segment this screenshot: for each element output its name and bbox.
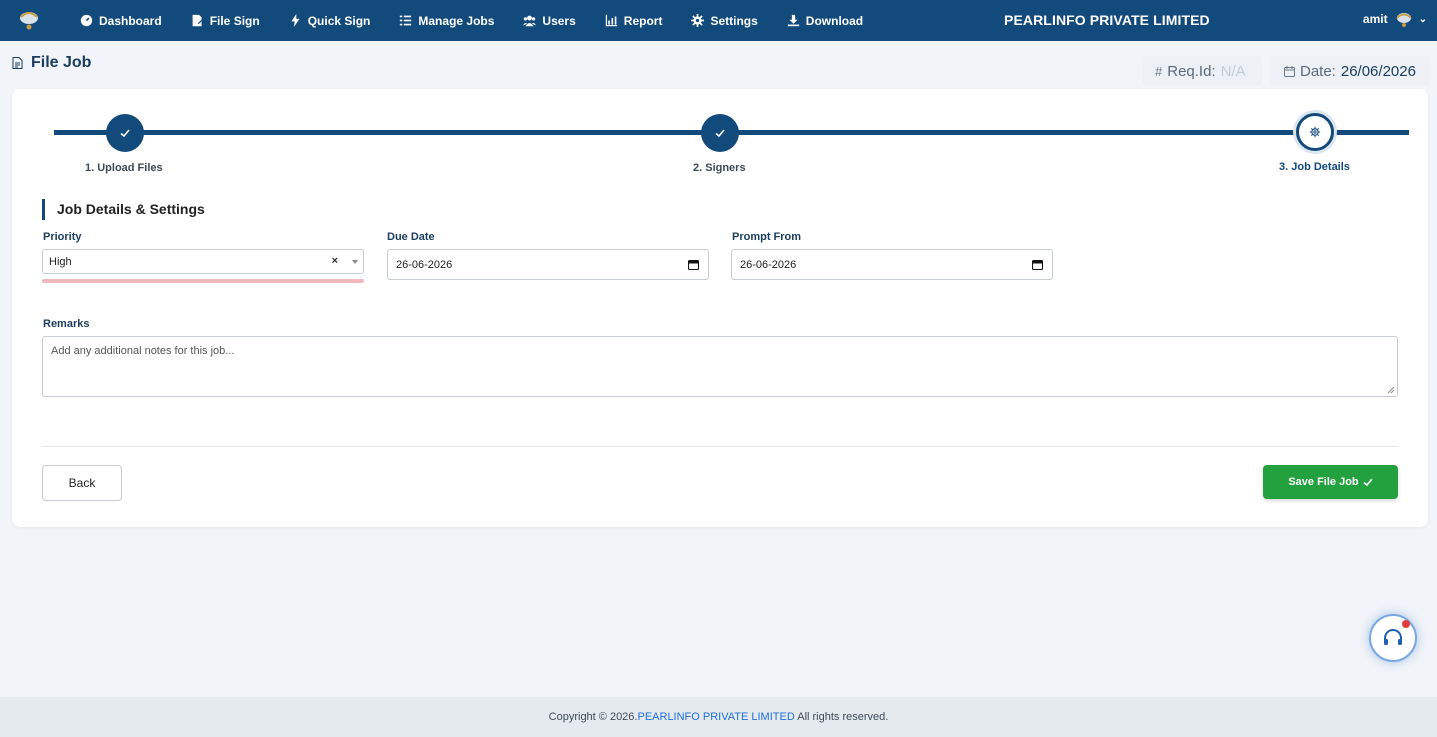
chevron-down-icon: ⌄ <box>1418 13 1427 25</box>
user-name: amit <box>1362 12 1388 26</box>
document-icon <box>12 57 23 69</box>
dropdown-arrow-icon[interactable] <box>352 260 358 264</box>
nav-download[interactable]: Download <box>787 14 863 28</box>
nav-dashboard[interactable]: Dashboard <box>80 14 162 28</box>
nav-settings[interactable]: Settings <box>691 13 758 28</box>
hash-icon: # <box>1155 63 1163 79</box>
check-icon <box>715 129 725 138</box>
chart-icon <box>605 14 617 27</box>
priority-selected-value: High <box>49 255 72 268</box>
check-icon <box>1363 478 1373 487</box>
nav-download-label: Download <box>805 13 864 28</box>
step-1-label: 1. Upload Files <box>85 162 163 174</box>
nav-settings-label: Settings <box>710 13 758 28</box>
nav-users[interactable]: Users <box>523 13 576 28</box>
remarks-placeholder: Add any additional notes for this job... <box>51 345 235 357</box>
nav-menu: Dashboard File Sign Quick Sign Manage Jo… <box>80 0 892 41</box>
company-brand: PEARLINFO PRIVATE LIMITED <box>1004 12 1210 28</box>
nav-users-label: Users <box>542 13 576 28</box>
form-divider <box>42 446 1398 447</box>
due-date-label: Due Date <box>387 231 435 243</box>
prompt-from-input[interactable]: 26-06-2026 <box>731 249 1053 280</box>
nav-quick-sign-label: Quick Sign <box>307 13 371 28</box>
top-navbar: Dashboard File Sign Quick Sign Manage Jo… <box>0 0 1437 41</box>
nav-file-sign[interactable]: File Sign <box>191 14 260 28</box>
gear-icon <box>1309 126 1321 138</box>
download-icon <box>787 14 799 27</box>
headset-icon <box>1384 629 1402 645</box>
file-sign-icon <box>192 14 204 27</box>
date-badge: Date: 26/06/2026 <box>1271 56 1429 86</box>
footer-rights: All rights reserved. <box>794 711 889 723</box>
user-menu[interactable]: amit ⌄ <box>1363 10 1427 28</box>
remarks-label: Remarks <box>43 318 90 330</box>
nav-manage-jobs-label: Manage Jobs <box>418 13 495 28</box>
check-icon <box>120 129 130 138</box>
priority-select[interactable]: High × <box>42 249 364 274</box>
footer-brand-link[interactable]: PEARLINFO PRIVATE LIMITED <box>637 711 794 723</box>
save-file-job-label: Save File Job <box>1288 476 1359 488</box>
resize-handle-icon[interactable] <box>1387 386 1395 394</box>
logo-icon[interactable] <box>16 7 42 33</box>
page-title: File Job <box>12 54 91 72</box>
calendar-picker-icon[interactable] <box>688 259 699 270</box>
nav-manage-jobs[interactable]: Manage Jobs <box>399 14 494 28</box>
nav-dashboard-label: Dashboard <box>99 13 162 28</box>
support-chat-button[interactable] <box>1369 614 1417 662</box>
nav-quick-sign[interactable]: Quick Sign <box>289 13 371 28</box>
priority-label: Priority <box>43 231 82 243</box>
footer: Copyright © 2026. PEARLINFO PRIVATE LIMI… <box>0 697 1437 737</box>
file-job-card: 1. Upload Files 2. Signers 3. Job Detail… <box>12 89 1428 527</box>
nav-file-sign-label: File Sign <box>209 13 260 28</box>
avatar <box>1396 13 1412 27</box>
step-2-indicator[interactable] <box>701 114 739 152</box>
due-date-input[interactable]: 26-06-2026 <box>387 249 709 280</box>
dashboard-icon <box>80 14 93 27</box>
page-title-text: File Job <box>31 54 92 71</box>
due-date-value: 26-06-2026 <box>396 258 453 271</box>
prompt-from-label: Prompt From <box>732 231 802 243</box>
notification-dot <box>1402 620 1410 628</box>
calendar-icon <box>1284 65 1295 77</box>
date-label: Date: <box>1300 62 1336 80</box>
prompt-from-value: 26-06-2026 <box>740 258 797 271</box>
date-value: 26/06/2026 <box>1340 62 1416 80</box>
section-title: Job Details & Settings <box>42 199 205 220</box>
req-id-value: N/A <box>1220 62 1246 80</box>
footer-copyright: Copyright © 2026. <box>548 711 638 723</box>
save-file-job-button[interactable]: Save File Job <box>1263 465 1398 499</box>
bolt-icon <box>291 14 300 27</box>
request-id-badge: # Req.Id: N/A <box>1142 56 1262 86</box>
list-check-icon <box>400 15 412 26</box>
remarks-textarea[interactable]: Add any additional notes for this job... <box>42 336 1398 397</box>
step-2-label: 2. Signers <box>693 162 746 174</box>
step-1-indicator[interactable] <box>106 114 144 152</box>
calendar-picker-icon[interactable] <box>1032 259 1043 270</box>
priority-validation-bar <box>42 279 364 283</box>
req-id-label: Req.Id: <box>1167 62 1216 80</box>
clear-selection-icon[interactable]: × <box>332 255 338 267</box>
nav-report[interactable]: Report <box>605 13 663 28</box>
users-icon <box>523 15 537 27</box>
gear-icon <box>691 14 705 27</box>
step-3-indicator[interactable] <box>1296 113 1334 151</box>
back-button[interactable]: Back <box>42 465 122 501</box>
step-3-label: 3. Job Details <box>1279 161 1350 173</box>
nav-report-label: Report <box>623 13 663 28</box>
